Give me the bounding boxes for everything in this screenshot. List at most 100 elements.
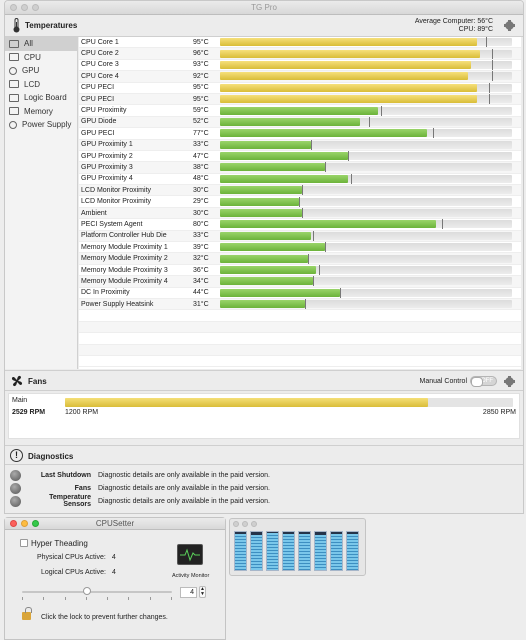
sensor-max-marker <box>488 82 490 93</box>
sensor-row[interactable]: PECI System Agent 80°C <box>79 219 521 231</box>
cpusetter-window: CPUSetter Hyper Theading Physical CPUs A… <box>4 517 226 640</box>
lock-icon[interactable] <box>22 607 32 620</box>
cpu-core-meter <box>330 531 343 571</box>
sidebar-item-power-supply[interactable]: Power Supply <box>5 118 77 132</box>
sensor-row[interactable]: CPU Core 1 95°C <box>79 37 521 49</box>
sensor-bar-fill <box>220 266 317 274</box>
sensor-row[interactable]: LCD Monitor Proximity 30°C <box>79 185 521 197</box>
sensor-name: GPU Proximity 4 <box>81 175 133 183</box>
cpu-count-stepper[interactable]: ▲ ▼ <box>199 586 206 598</box>
sensor-value: 34°C <box>193 277 209 285</box>
sidebar-item-all[interactable]: All <box>5 37 77 51</box>
sensor-value: 48°C <box>193 175 209 183</box>
sensor-max-marker <box>491 71 493 82</box>
sensor-max-marker <box>301 208 303 219</box>
empty-row <box>79 344 521 356</box>
zoom-button[interactable] <box>251 521 257 527</box>
memory-icon <box>9 107 19 116</box>
sensor-row[interactable]: GPU Proximity 2 47°C <box>79 151 521 163</box>
sensor-name: CPU Core 2 <box>81 50 119 58</box>
sensor-row[interactable]: GPU Proximity 3 38°C <box>79 162 521 174</box>
sensor-bar-fill <box>220 243 326 252</box>
sensor-bar-fill <box>220 231 311 240</box>
sensor-row[interactable]: CPU Core 2 96°C <box>79 48 521 60</box>
sidebar-item-gpu[interactable]: GPU <box>5 64 77 78</box>
sensor-bar <box>220 299 512 310</box>
sensor-bar <box>220 48 512 59</box>
sensor-row[interactable]: CPU Core 3 93°C <box>79 59 521 72</box>
sensor-max-marker <box>304 299 306 310</box>
cpu-count-slider-knob[interactable] <box>82 587 91 595</box>
sensor-value: 29°C <box>193 198 209 206</box>
sensor-row[interactable]: Platform Controller Hub Die 33°C <box>79 230 521 243</box>
minimize-button[interactable] <box>21 520 28 527</box>
sensor-row[interactable]: Power Supply Heatsink 31°C <box>79 298 521 311</box>
sensor-max-marker <box>491 48 493 59</box>
sensor-row[interactable]: CPU Proximity 59°C <box>79 105 521 117</box>
zoom-button[interactable] <box>32 520 39 527</box>
sensor-row[interactable]: GPU Proximity 1 33°C <box>79 139 521 151</box>
manual-control-toggle[interactable]: OFF <box>470 376 497 387</box>
sidebar-item-logic-board[interactable]: Logic Board <box>5 91 77 105</box>
sensor-row[interactable]: Memory Module Proximity 2 32°C <box>79 253 521 265</box>
sensor-row[interactable]: Memory Module Proximity 3 36°C <box>79 265 521 277</box>
sidebar-item-lcd[interactable]: LCD <box>5 78 77 92</box>
minimize-button[interactable] <box>21 4 28 11</box>
sidebar-item-memory[interactable]: Memory <box>5 105 77 119</box>
sensor-value: 30°C <box>193 209 209 217</box>
sensor-row[interactable]: GPU Proximity 4 48°C <box>79 173 521 186</box>
diagnostic-label: Last Shutdown <box>40 471 91 479</box>
sensor-max-marker <box>488 94 490 105</box>
hyper-threading-checkbox[interactable] <box>20 539 28 547</box>
sidebar-item-label: LCD <box>24 79 41 89</box>
sensor-bar-fill <box>220 117 361 126</box>
slider-tick <box>64 597 66 600</box>
sensor-row[interactable]: LCD Monitor Proximity 29°C <box>79 196 521 208</box>
sensor-row[interactable]: GPU Diode 52°C <box>79 116 521 129</box>
logical-cpus-value: 4 <box>111 569 116 576</box>
activity-monitor-label: Activity Monitor <box>172 573 210 579</box>
sensor-name: Ambient <box>81 209 107 217</box>
sensor-bar <box>220 94 512 105</box>
cpu-count-field[interactable]: 4 <box>180 587 197 598</box>
sensor-bar <box>220 287 512 298</box>
sensor-row[interactable]: Memory Module Proximity 1 39°C <box>79 242 521 254</box>
sensor-name: Memory Module Proximity 3 <box>81 266 168 274</box>
list-icon <box>9 39 19 48</box>
close-button[interactable] <box>10 4 17 11</box>
status-indicator-icon <box>10 469 21 481</box>
fan-settings-gear-icon[interactable] <box>504 376 515 387</box>
sidebar-item-cpu[interactable]: CPU <box>5 51 77 65</box>
thermometer-icon <box>13 18 20 33</box>
gpu-icon <box>9 66 17 75</box>
cpu-count-slider[interactable] <box>22 591 172 593</box>
sensor-row[interactable]: DC In Proximity 44°C <box>79 287 521 299</box>
fan-speed-bar <box>65 398 513 407</box>
physical-cpus-value: 4 <box>111 554 116 561</box>
activity-monitor-icon[interactable] <box>177 544 203 565</box>
sensor-max-marker <box>307 253 309 264</box>
sensor-row[interactable]: GPU PECI 77°C <box>79 128 521 140</box>
sensor-row[interactable]: Ambient 30°C <box>79 207 521 220</box>
sidebar-item-label: GPU <box>22 66 40 76</box>
cpu-core-load-fill <box>315 535 326 570</box>
diagnostic-row: Temperature Sensors Diagnostic details ar… <box>5 494 523 508</box>
sensor-name: GPU Proximity 1 <box>81 141 133 149</box>
close-button[interactable] <box>233 521 239 527</box>
sensor-bar-fill <box>220 254 308 263</box>
sensor-bar-fill <box>220 197 299 206</box>
sensor-bar <box>220 196 512 207</box>
sensor-row[interactable]: CPU PECI 95°C <box>79 93 521 106</box>
sensor-bar-fill <box>220 60 472 69</box>
cpusetter-window-controls <box>10 520 39 527</box>
sensor-row[interactable]: CPU PECI 95°C <box>79 82 521 94</box>
settings-gear-icon[interactable] <box>504 20 515 31</box>
minimize-button[interactable] <box>242 521 248 527</box>
sensor-row[interactable]: CPU Core 4 92°C <box>79 71 521 83</box>
sensor-row[interactable]: Memory Module Proximity 4 34°C <box>79 276 521 288</box>
sensor-bar-fill <box>220 174 349 183</box>
sensor-bar-fill <box>220 129 428 138</box>
close-button[interactable] <box>10 520 17 527</box>
sensor-value: 96°C <box>193 50 209 58</box>
zoom-button[interactable] <box>32 4 39 11</box>
